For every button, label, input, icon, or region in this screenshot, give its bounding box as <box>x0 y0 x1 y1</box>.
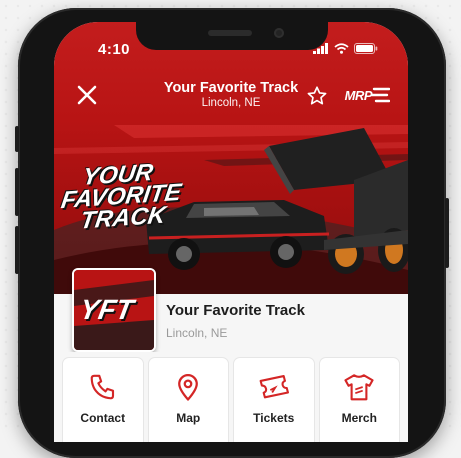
mute-switch <box>15 126 19 152</box>
notch <box>136 22 328 50</box>
map-label: Map <box>176 411 201 425</box>
status-icons <box>313 43 378 54</box>
phone-icon <box>90 374 114 400</box>
volume-down-button <box>15 226 19 274</box>
wifi-icon <box>334 43 349 54</box>
merch-button[interactable]: Merch <box>319 358 399 442</box>
ticket-icon <box>259 375 289 399</box>
tshirt-icon <box>344 374 374 401</box>
contact-button[interactable]: Contact <box>63 358 143 442</box>
status-time: 4:10 <box>98 41 131 58</box>
map-pin-icon <box>178 374 199 401</box>
front-camera <box>274 28 284 38</box>
tickets-label: Tickets <box>253 411 295 425</box>
banner-headline: YOUR FAVORITE TRACK <box>57 159 186 234</box>
favorite-star-icon[interactable] <box>306 85 328 107</box>
track-name: Your Favorite Track <box>166 302 305 319</box>
merch-label: Merch <box>341 411 377 425</box>
mrp-menu-logo[interactable]: MRP <box>345 86 390 104</box>
track-location: Lincoln, NE <box>166 326 228 340</box>
map-button[interactable]: Map <box>148 358 228 442</box>
track-logo-text: YFT <box>77 294 136 325</box>
close-icon[interactable] <box>76 84 98 106</box>
track-logo: YFT <box>72 268 156 352</box>
menu-lines-icon <box>370 87 390 103</box>
mrp-logo-text: MRP <box>344 87 373 103</box>
speaker-grille <box>208 30 252 36</box>
quick-actions: Contact Map Tickets Merch <box>54 352 408 442</box>
app-screen: 4:10 Your Favorite Track Lincoln, NE MRP… <box>54 22 408 442</box>
tickets-button[interactable]: Tickets <box>234 358 314 442</box>
power-button <box>445 198 449 268</box>
volume-up-button <box>15 168 19 216</box>
contact-label: Contact <box>80 411 126 425</box>
battery-icon <box>354 43 378 54</box>
